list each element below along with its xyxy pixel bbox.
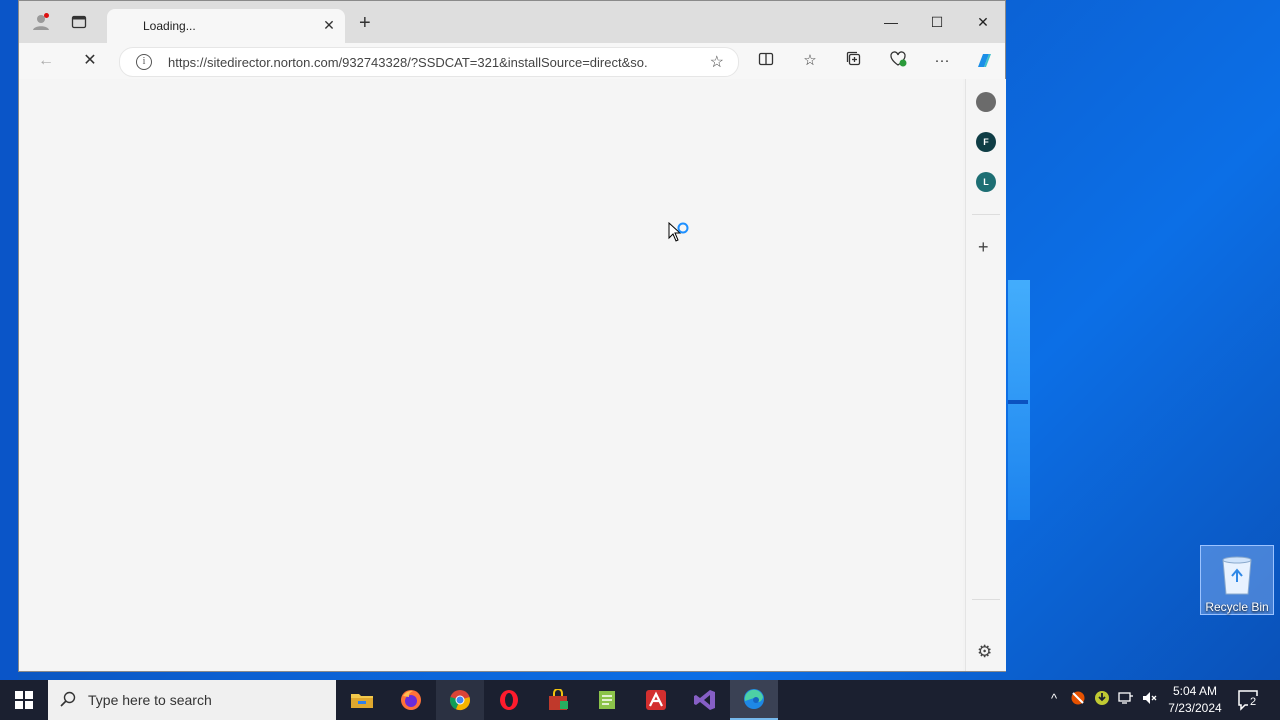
minimize-icon[interactable]: — xyxy=(869,9,913,35)
taskbar-visual-studio[interactable] xyxy=(681,680,729,720)
tab-close-icon[interactable]: ✕ xyxy=(321,17,337,33)
file-explorer-icon xyxy=(351,694,373,708)
taskbar-firefox[interactable] xyxy=(387,680,435,720)
notification-count-badge: 2 xyxy=(1248,696,1259,709)
sidebar-divider xyxy=(972,214,1000,215)
windows-logo-gap xyxy=(1008,400,1028,404)
desktop-left-strip xyxy=(0,0,18,680)
favorites-icon[interactable]: ☆ xyxy=(799,51,821,71)
start-button[interactable] xyxy=(0,680,48,720)
tab-actions-icon[interactable] xyxy=(69,12,89,32)
favorite-star-icon[interactable]: ☆ xyxy=(710,52,724,72)
sidebar-avatar-3[interactable]: L xyxy=(976,172,996,192)
sidebar-avatar-1[interactable] xyxy=(976,92,996,112)
chrome-icon xyxy=(449,690,471,711)
title-bar: Loading... ✕ + — ☐ ✕ xyxy=(19,1,1005,43)
show-hidden-icons-icon[interactable]: ^ xyxy=(1046,690,1062,708)
sidebar-settings-icon[interactable]: ⚙ xyxy=(977,642,992,662)
new-tab-icon[interactable]: + xyxy=(359,13,375,33)
opera-icon xyxy=(500,690,518,710)
shopping-bag-icon xyxy=(549,689,568,710)
tray-security-icon[interactable] xyxy=(1070,690,1086,708)
collections-icon[interactable] xyxy=(843,51,865,71)
stop-loading-icon[interactable]: ✕ xyxy=(79,51,101,71)
recycle-bin-icon xyxy=(1222,556,1252,595)
search-icon xyxy=(60,691,76,707)
busy-cursor-icon xyxy=(668,221,692,246)
more-options-icon[interactable]: ··· xyxy=(931,51,953,71)
taskbar-app-bag[interactable] xyxy=(534,680,582,720)
sidebar-avatar-2[interactable]: F xyxy=(976,132,996,152)
back-icon[interactable]: ← xyxy=(35,51,57,71)
windows-start-icon xyxy=(15,691,33,709)
clock-date: 7/23/2024 xyxy=(1168,701,1222,715)
active-tab[interactable]: Loading... ✕ xyxy=(107,9,345,43)
copilot-icon[interactable] xyxy=(973,51,995,71)
taskbar-avira[interactable] xyxy=(632,680,680,720)
taskbar-file-explorer[interactable] xyxy=(338,680,386,720)
recycle-bin-label: Recycle Bin xyxy=(1205,600,1269,614)
network-icon[interactable] xyxy=(1118,690,1134,708)
tab-title: Loading... xyxy=(143,19,196,33)
taskbar-clock[interactable]: 5:04 AM 7/23/2024 xyxy=(1160,683,1230,717)
firefox-icon xyxy=(401,690,421,710)
clock-time: 5:04 AM xyxy=(1172,684,1218,698)
recycle-bin-shortcut[interactable]: Recycle Bin xyxy=(1200,545,1274,615)
site-info-icon[interactable]: i xyxy=(136,54,152,70)
sidebar-divider-bottom xyxy=(972,599,1000,600)
edge-icon xyxy=(744,689,764,709)
edge-browser-window: Loading... ✕ + — ☐ ✕ ← ✕ i https://sited… xyxy=(18,0,1006,672)
close-window-icon[interactable]: ✕ xyxy=(961,9,1005,35)
address-url[interactable]: https://sitedirector.norton.com/93274332… xyxy=(168,55,648,70)
address-bar[interactable]: i https://sitedirector.norton.com/932743… xyxy=(119,47,739,77)
tray-update-icon[interactable] xyxy=(1094,690,1110,708)
page-content-area xyxy=(19,79,963,671)
volume-muted-icon[interactable] xyxy=(1142,690,1158,708)
windows-taskbar: Type here to search ^ 5:04 AM 7/23/2024 xyxy=(0,680,1280,720)
taskbar-notepad[interactable] xyxy=(583,680,631,720)
split-screen-icon[interactable] xyxy=(755,51,777,71)
profile-icon[interactable] xyxy=(31,12,51,32)
taskbar-search-box[interactable]: Type here to search xyxy=(48,680,336,720)
taskbar-edge[interactable] xyxy=(730,680,778,720)
sidebar-add-icon[interactable]: + xyxy=(978,237,989,258)
navigation-toolbar: ← ✕ i https://sitedirector.norton.com/93… xyxy=(19,43,1005,79)
avira-icon xyxy=(646,690,666,710)
search-placeholder: Type here to search xyxy=(88,692,212,708)
action-center-icon[interactable]: 2 xyxy=(1236,688,1260,712)
taskbar-opera[interactable] xyxy=(485,680,533,720)
visual-studio-icon xyxy=(694,690,715,710)
maximize-icon[interactable]: ☐ xyxy=(915,9,959,35)
edge-sidebar: F L + ⚙ xyxy=(965,79,1006,671)
notepad-icon xyxy=(599,691,615,709)
browser-essentials-icon[interactable] xyxy=(887,51,909,71)
taskbar-chrome[interactable] xyxy=(436,680,484,720)
